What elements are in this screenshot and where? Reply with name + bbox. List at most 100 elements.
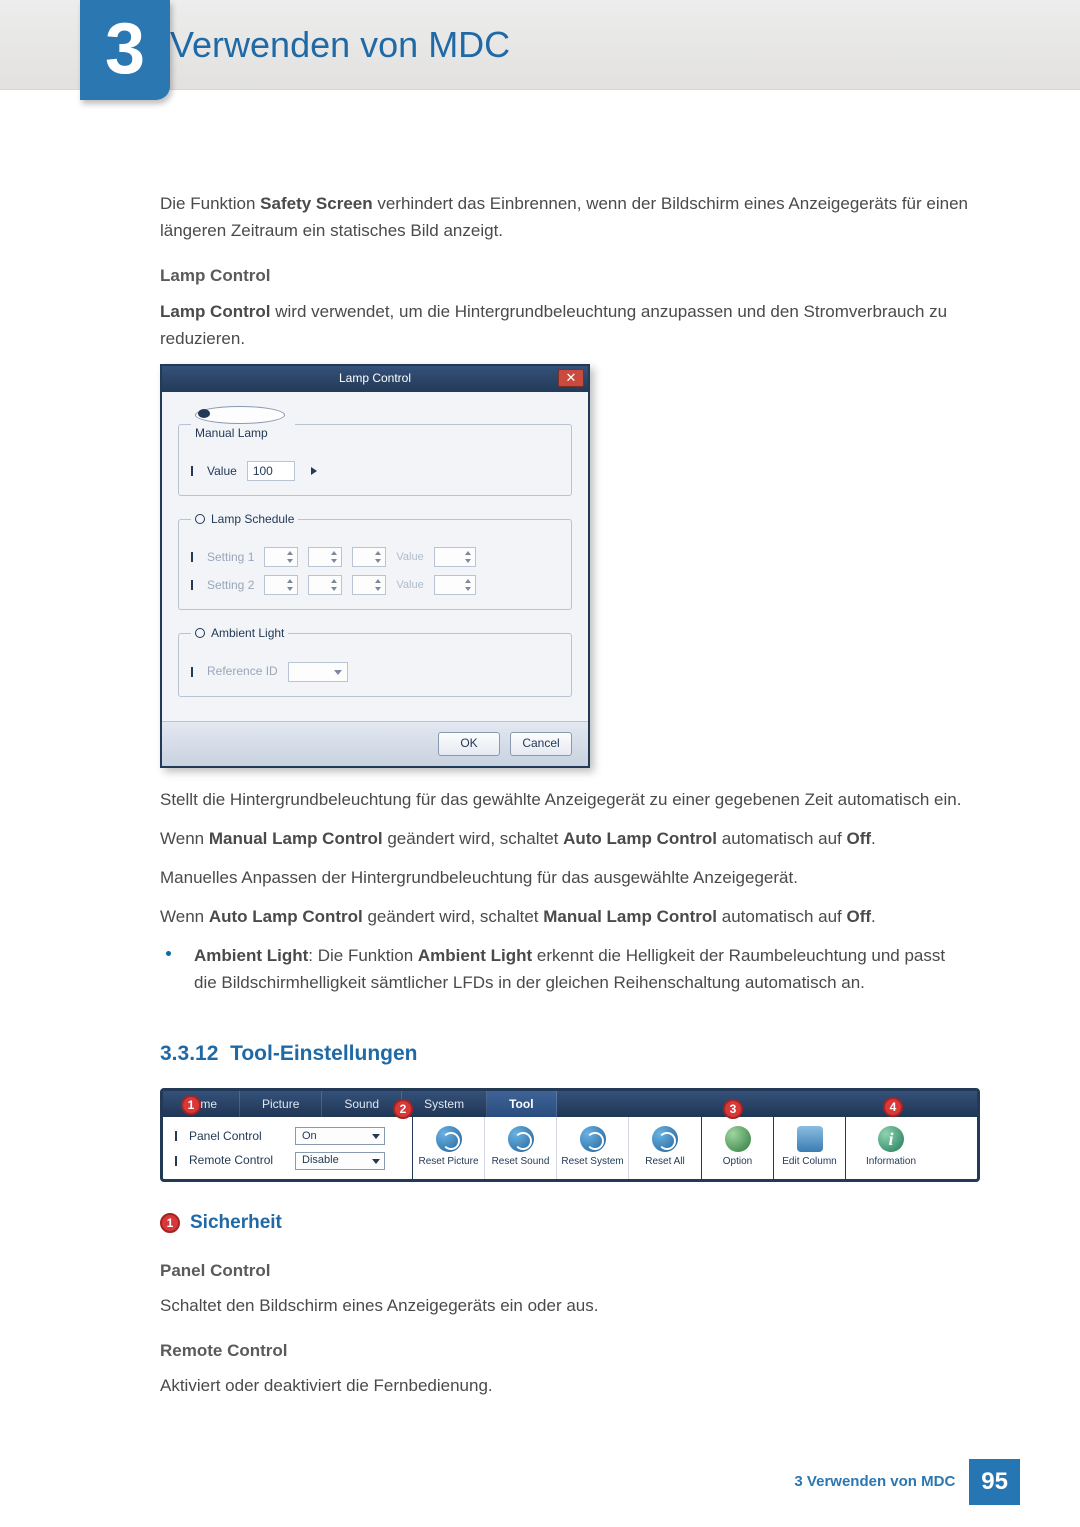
legend-text: Ambient Light (211, 626, 284, 640)
page-title: Verwenden von MDC (170, 16, 510, 74)
page-footer: 3 Verwenden von MDC 95 (794, 1459, 1020, 1505)
information-label: Information (866, 1154, 916, 1170)
edit-column-label: Edit Column (782, 1154, 836, 1170)
close-icon[interactable]: ✕ (558, 369, 584, 387)
reset-system-icon (580, 1126, 606, 1152)
option-label: Option (723, 1154, 752, 1170)
setting1-hour[interactable] (264, 547, 298, 567)
term: Ambient Light (418, 946, 532, 965)
legend-text: Lamp Schedule (211, 512, 294, 526)
setting1-min[interactable] (308, 547, 342, 567)
page: 3 Verwenden von MDC Die Funktion Safety … (0, 0, 1080, 1527)
section-heading: 3.3.12 Tool-Einstellungen (160, 1037, 970, 1071)
value-row: Value 100 (191, 461, 559, 481)
lamp-schedule-radio[interactable] (195, 514, 205, 524)
text: geändert wird, schaltet (363, 907, 543, 926)
reset-sound-label: Reset Sound (492, 1154, 550, 1170)
setting2-min[interactable] (308, 575, 342, 595)
reset-picture-label: Reset Picture (418, 1154, 478, 1170)
remote-control-description: Aktiviert oder deaktiviert die Fernbedie… (160, 1372, 970, 1399)
setting2-sec[interactable] (352, 575, 386, 595)
callout-1-inline: 1 (160, 1213, 180, 1233)
legend-text: Manual Lamp (195, 426, 268, 440)
bullet-list: Ambient Light: Die Funktion Ambient Ligh… (160, 942, 970, 996)
term: Off (846, 907, 871, 926)
cancel-button[interactable]: Cancel (510, 732, 572, 756)
ok-button[interactable]: OK (438, 732, 500, 756)
security-panel: Panel Control On Remote Control Disable (163, 1117, 413, 1179)
reference-dropdown[interactable] (288, 662, 348, 682)
text: . (871, 829, 876, 848)
panel-control-select[interactable]: On (295, 1127, 385, 1145)
manual-lamp-radio[interactable] (195, 406, 285, 424)
ambient-light-legend: Ambient Light (191, 624, 288, 643)
main-content: Die Funktion Safety Screen verhindert da… (0, 90, 1080, 1399)
term: Auto Lamp Control (209, 907, 363, 926)
tab-home[interactable]: Home (163, 1091, 240, 1117)
edit-column-button[interactable]: Edit Column (774, 1117, 846, 1179)
ambient-light-group: Ambient Light Reference ID (178, 624, 572, 696)
reset-system-button[interactable]: Reset System (557, 1117, 629, 1179)
reset-sound-button[interactable]: Reset Sound (485, 1117, 557, 1179)
option-button[interactable]: Option (702, 1117, 774, 1179)
dialog-title-text: Lamp Control (339, 369, 411, 388)
sicherheit-title-text: Sicherheit (190, 1208, 282, 1238)
edit-column-icon (797, 1126, 823, 1152)
lamp-control-heading: Lamp Control (160, 262, 970, 289)
tab-tool[interactable]: Tool (487, 1091, 556, 1117)
lamp-schedule-group: Lamp Schedule Setting 1 Value Setting 2 (178, 510, 572, 610)
paragraph: Wenn Auto Lamp Control geändert wird, sc… (160, 903, 970, 930)
dialog-footer: OK Cancel (162, 721, 588, 766)
remote-control-select[interactable]: Disable (295, 1152, 385, 1170)
apply-value-icon[interactable] (311, 467, 317, 475)
value-input[interactable]: 100 (247, 461, 295, 481)
reset-all-button[interactable]: Reset All (629, 1117, 701, 1179)
setting1-sec[interactable] (352, 547, 386, 567)
tab-picture[interactable]: Picture (240, 1091, 322, 1117)
dialog-titlebar: Lamp Control ✕ (162, 366, 588, 392)
reset-system-label: Reset System (561, 1154, 623, 1170)
term: Auto Lamp Control (563, 829, 717, 848)
term: Off (846, 829, 871, 848)
option-icon (725, 1126, 751, 1152)
dialog-body: Manual Lamp Value 100 Lamp Schedule Sett… (162, 392, 588, 721)
safety-screen-term: Safety Screen (260, 194, 372, 213)
panel-control-row: Panel Control On (175, 1127, 402, 1146)
reference-row: Reference ID (191, 662, 559, 682)
toolbar-tabs: Home Picture Sound System Tool (163, 1091, 977, 1117)
page-number: 95 (969, 1459, 1020, 1505)
reset-all-icon (652, 1126, 678, 1152)
row-marker (191, 667, 193, 677)
term: Manual Lamp Control (543, 907, 717, 926)
setting1-value[interactable] (434, 547, 476, 567)
bullet-item-ambient-light: Ambient Light: Die Funktion Ambient Ligh… (194, 942, 970, 996)
tab-system[interactable]: System (402, 1091, 487, 1117)
footer-chapter-text: 3 Verwenden von MDC (794, 1470, 955, 1494)
text: Die Funktion (160, 194, 260, 213)
lamp-control-term: Lamp Control (160, 302, 271, 321)
text: wird verwendet, um die Hintergrundbeleuc… (160, 302, 947, 348)
remote-control-heading: Remote Control (160, 1337, 970, 1364)
tool-toolbar: Home Picture Sound System Tool Panel Con… (160, 1088, 980, 1182)
setting2-value[interactable] (434, 575, 476, 595)
information-button[interactable]: Information (846, 1117, 936, 1179)
text: . (871, 907, 876, 926)
reset-picture-icon (436, 1126, 462, 1152)
manual-lamp-group: Manual Lamp Value 100 (178, 406, 572, 496)
setting2-value-hint: Value (396, 577, 423, 595)
term: Manual Lamp Control (209, 829, 383, 848)
setting2-hour[interactable] (264, 575, 298, 595)
lamp-control-paragraph: Lamp Control wird verwendet, um die Hint… (160, 298, 970, 352)
tab-sound[interactable]: Sound (322, 1091, 402, 1117)
section-number: 3.3.12 (160, 1042, 218, 1065)
row-marker (175, 1131, 177, 1141)
sicherheit-heading: 1 Sicherheit (160, 1208, 970, 1238)
setting2-row: Setting 2 Value (191, 575, 559, 595)
ambient-light-radio[interactable] (195, 628, 205, 638)
reset-group: Reset Picture Reset Sound Reset System R… (413, 1117, 702, 1179)
reset-sound-icon (508, 1126, 534, 1152)
information-icon (878, 1126, 904, 1152)
reset-picture-button[interactable]: Reset Picture (413, 1117, 485, 1179)
intro-paragraph: Die Funktion Safety Screen verhindert da… (160, 190, 970, 244)
lamp-control-dialog: Lamp Control ✕ Manual Lamp Value 100 Lam… (160, 364, 590, 768)
